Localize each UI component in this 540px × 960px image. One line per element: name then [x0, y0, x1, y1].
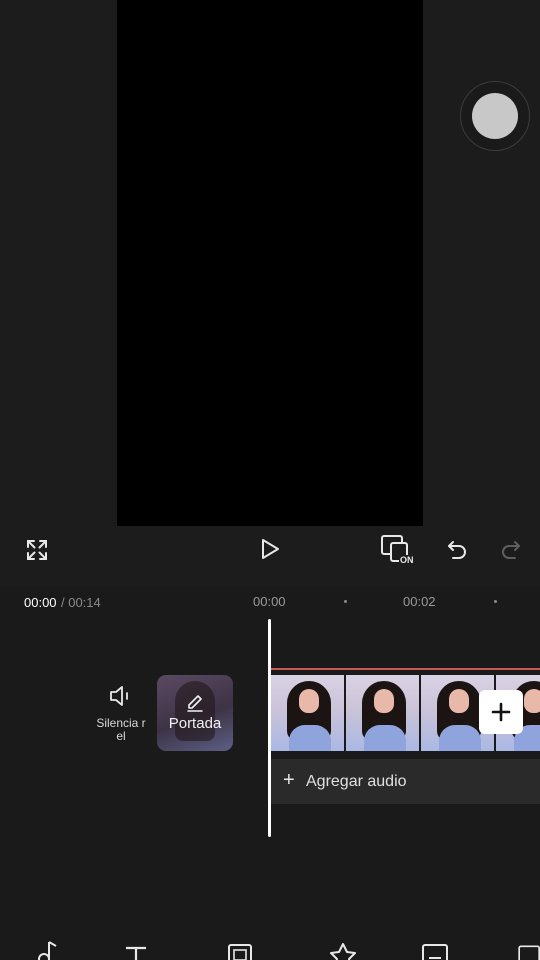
ruler-tick-label: 00:02: [403, 594, 436, 609]
sticker-icon: [228, 944, 252, 960]
undo-icon: [448, 541, 466, 559]
toolbar-audio[interactable]: [28, 938, 64, 960]
format-icon: [518, 945, 540, 960]
ratio-toggle-badge: ON: [399, 555, 415, 565]
plus-icon: [491, 702, 511, 722]
clip-frame: [346, 675, 420, 751]
playhead[interactable]: [268, 619, 271, 837]
fullscreen-expand-icon: [27, 540, 47, 560]
toolbar-sticker[interactable]: [222, 938, 258, 960]
redo-icon: [502, 541, 520, 559]
add-clip-button[interactable]: [479, 690, 523, 734]
music-icon: [38, 941, 57, 960]
floating-record-button[interactable]: [460, 81, 530, 151]
toolbar-text[interactable]: [118, 938, 154, 960]
ruler-tick-label: 00:00: [253, 594, 286, 609]
undo-button[interactable]: [443, 535, 471, 563]
add-audio-plus-icon: +: [283, 769, 295, 791]
fullscreen-button[interactable]: [22, 535, 52, 565]
add-audio-label: Agregar audio: [306, 773, 407, 790]
play-button[interactable]: [255, 534, 285, 564]
cover-thumbnail[interactable]: Portada: [157, 675, 233, 751]
filters-icon: [422, 944, 448, 960]
current-time: 00:00: [24, 595, 57, 610]
speaker-icon: [110, 686, 128, 706]
play-icon: [262, 539, 279, 559]
video-preview[interactable]: [117, 0, 423, 526]
toolbar-effects[interactable]: [325, 938, 361, 960]
redo-button[interactable]: [497, 535, 525, 563]
mute-label: Silencia r el: [96, 716, 146, 743]
clip-selection-line: [271, 668, 540, 670]
text-icon: [126, 946, 146, 960]
video-editor: ON 00:00 / 00:14 00:00 00:02 Silencia r …: [0, 0, 540, 960]
total-time: / 00:14: [61, 595, 101, 610]
cover-label: Portada: [168, 715, 222, 732]
time-display: 00:00 / 00:14: [24, 594, 101, 612]
clip-frame: [271, 675, 345, 751]
ruler-tick-dot: [344, 600, 347, 603]
mute-clip-audio-button[interactable]: Silencia r el: [92, 684, 150, 748]
ruler-tick-dot: [494, 600, 497, 603]
edit-pencil-icon: [187, 695, 203, 712]
toolbar-filters[interactable]: [417, 938, 453, 960]
add-audio-button[interactable]: + Agregar audio: [271, 759, 540, 804]
record-dot-icon: [472, 93, 518, 139]
ratio-toggle-button[interactable]: ON: [380, 533, 418, 567]
effects-icon: [330, 943, 356, 960]
toolbar-format[interactable]: [515, 938, 540, 960]
